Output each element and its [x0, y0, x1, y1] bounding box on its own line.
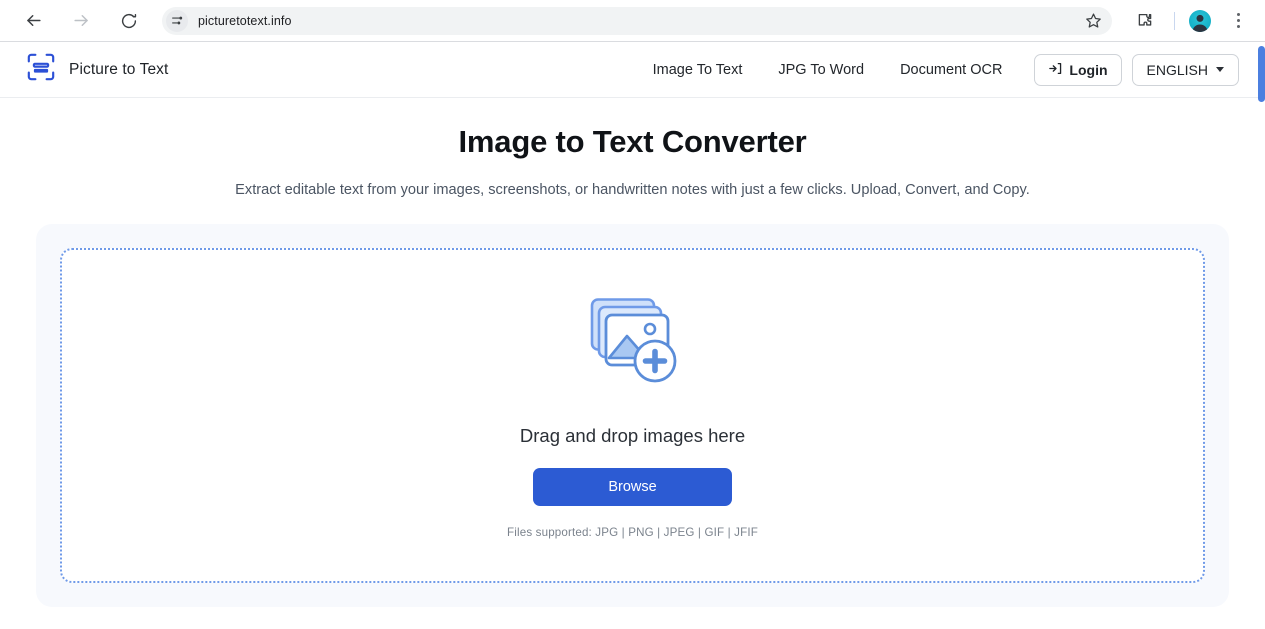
arrow-right-icon: [72, 11, 91, 30]
reload-button[interactable]: [114, 6, 144, 36]
chevron-down-icon: [1216, 67, 1224, 72]
page-viewport: Picture to Text Image To Text JPG To Wor…: [0, 41, 1265, 629]
person-silhouette-icon: [1192, 14, 1208, 32]
nav-link-image-to-text[interactable]: Image To Text: [635, 62, 761, 78]
upload-card: Drag and drop images here Browse Files s…: [36, 224, 1229, 607]
arrow-left-icon: [24, 11, 43, 30]
login-arrow-icon: [1048, 61, 1063, 79]
brand-logo-link[interactable]: Picture to Text: [26, 52, 168, 87]
nav-link-jpg-to-word[interactable]: JPG To Word: [760, 62, 882, 78]
login-button[interactable]: Login: [1034, 53, 1122, 86]
brand-name: Picture to Text: [69, 60, 169, 78]
toolbar-divider: [1174, 11, 1175, 30]
page-scrollbar-thumb[interactable]: [1258, 46, 1265, 102]
browse-button[interactable]: Browse: [533, 468, 732, 506]
reload-icon: [120, 12, 138, 30]
scan-document-icon: [26, 52, 56, 87]
browser-toolbar: picturetotext.info: [0, 0, 1265, 41]
language-label: ENGLISH: [1146, 61, 1208, 78]
add-images-icon: [585, 296, 681, 391]
chrome-menu-button[interactable]: [1223, 6, 1253, 36]
address-bar-text: picturetotext.info: [198, 13, 292, 28]
supported-files-text: Files supported: JPG | PNG | JPEG | GIF …: [507, 526, 758, 539]
nav-link-document-ocr[interactable]: Document OCR: [882, 62, 1020, 78]
bookmark-star-button[interactable]: [1078, 6, 1108, 36]
login-button-label: Login: [1069, 61, 1108, 78]
address-bar[interactable]: picturetotext.info: [162, 6, 1112, 35]
forward-button[interactable]: [66, 6, 96, 36]
site-nav: Image To Text JPG To Word Document OCR L…: [635, 53, 1239, 86]
star-icon: [1085, 12, 1102, 29]
page-scrollbar[interactable]: [1258, 42, 1265, 629]
extensions-button[interactable]: [1130, 6, 1160, 36]
page-title: Image to Text Converter: [458, 124, 807, 159]
tune-sliders-icon[interactable]: [166, 9, 188, 32]
puzzle-piece-icon: [1136, 12, 1154, 30]
file-dropzone[interactable]: Drag and drop images here Browse Files s…: [60, 248, 1205, 583]
three-dot-menu-icon: [1236, 12, 1240, 29]
page-subtitle: Extract editable text from your images, …: [235, 182, 1030, 198]
profile-avatar[interactable]: [1189, 9, 1211, 32]
language-selector[interactable]: ENGLISH: [1131, 53, 1239, 86]
dropzone-label: Drag and drop images here: [519, 425, 746, 446]
site-header: Picture to Text Image To Text JPG To Wor…: [0, 42, 1265, 98]
back-button[interactable]: [18, 6, 48, 36]
